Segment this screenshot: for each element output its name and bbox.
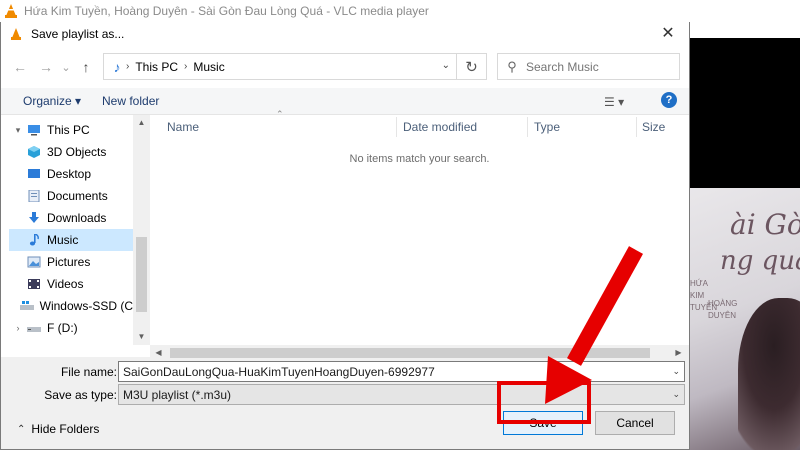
dialog-app-icon [11, 28, 21, 40]
scroll-right-icon[interactable]: ▶ [670, 345, 687, 361]
forward-icon[interactable]: → [33, 54, 59, 80]
navigation-scrollbar[interactable]: ▲ ▼ [133, 115, 150, 345]
desktop-icon [28, 169, 40, 178]
pictures-icon [27, 256, 41, 268]
sidebar-item-windows-ssd[interactable]: Windows-SSD (C [9, 295, 133, 317]
file-name-label: File name: [60, 365, 117, 379]
search-box[interactable]: ⚲ [497, 53, 680, 80]
vlc-window-title: Hứa Kim Tuyền, Hoàng Duyên - Sài Gòn Đau… [24, 4, 429, 18]
sidebar-item-documents[interactable]: Documents [9, 185, 133, 207]
chevron-up-icon: ⌃ [17, 423, 26, 435]
sidebar-item-videos[interactable]: Videos [9, 273, 133, 295]
album-art-artist1: HỨA KIM TUYỀN [690, 279, 718, 312]
breadcrumb-music[interactable]: Music [187, 60, 230, 74]
sidebar-item-pictures[interactable]: Pictures [9, 251, 133, 273]
column-header-type[interactable]: Type [534, 115, 560, 139]
sidebar-item-music[interactable]: Music [9, 229, 133, 251]
up-folder-icon[interactable]: ↑ [73, 54, 99, 80]
sidebar-item-label: This PC [47, 123, 90, 137]
column-header-name[interactable]: Name [167, 115, 199, 139]
scrollbar-thumb[interactable] [170, 348, 650, 358]
horizontal-scrollbar[interactable]: ◀ ▶ [150, 345, 689, 361]
sidebar-item-label: 3D Objects [47, 145, 107, 159]
recent-locations-icon[interactable]: ⌄ [59, 54, 73, 80]
expand-caret-icon[interactable]: ▾ [9, 125, 27, 136]
album-art-artist2: HOÀNG DUYÊN [708, 299, 738, 320]
search-input[interactable] [526, 59, 666, 74]
chevron-down-icon[interactable]: ⌄ [672, 389, 680, 400]
sort-ascending-icon: ⌃ [276, 109, 284, 119]
vlc-cone-icon [5, 4, 17, 18]
sidebar-item-3d-objects[interactable]: 3D Objects [9, 141, 133, 163]
save-highlight-box [497, 381, 591, 424]
help-icon[interactable]: ? [661, 92, 677, 108]
organize-menu[interactable]: Organize ▾ [23, 94, 81, 108]
computer-icon [28, 125, 40, 136]
cube-icon [28, 146, 40, 158]
drive-icon [19, 301, 34, 310]
refresh-icon: ↻ [465, 58, 478, 76]
sidebar-item-label: Windows-SSD (C [39, 299, 133, 313]
vlc-titlebar: Hứa Kim Tuyền, Hoàng Duyên - Sài Gòn Đau… [0, 0, 800, 22]
address-bar[interactable]: ♪ › This PC › Music ⌄ [103, 53, 457, 80]
vlc-video-area [690, 38, 800, 188]
navigation-pane: ▾ This PC 3D Objects Desktop Documents D… [9, 115, 133, 345]
navigation-bar: ← → ⌄ ↑ ♪ › This PC › Music ⌄ ↻ ⚲ [1, 46, 689, 88]
refresh-button[interactable]: ↻ [457, 53, 487, 80]
album-art: ài Gòn ng quá! HỨA KIM TUYỀN HOÀNG DUYÊN [690, 188, 800, 450]
chevron-down-icon[interactable]: ⌄ [442, 60, 450, 71]
album-art-title-line2: ng quá! [720, 246, 800, 276]
save-as-type-select[interactable]: M3U playlist (*.m3u) ⌄ [118, 384, 685, 405]
sidebar-item-label: Documents [47, 189, 108, 203]
column-header-size[interactable]: Size [642, 115, 665, 139]
column-header-date-modified[interactable]: Date modified [403, 115, 477, 139]
download-icon [29, 212, 39, 223]
album-art-title-line1: ài Gòn [730, 208, 800, 241]
sidebar-item-label: Music [47, 233, 79, 247]
expand-caret-icon[interactable]: › [9, 323, 27, 333]
scroll-up-icon[interactable]: ▲ [133, 115, 150, 131]
scroll-down-icon[interactable]: ▼ [133, 329, 150, 345]
save-as-type-value: M3U playlist (*.m3u) [123, 387, 232, 402]
empty-message: No items match your search. [349, 153, 490, 165]
sidebar-item-label: Pictures [47, 255, 91, 269]
sidebar-item-this-pc[interactable]: ▾ This PC [9, 119, 133, 141]
change-view-icon[interactable]: ☰ ▾ [604, 95, 624, 109]
back-icon[interactable]: ← [7, 54, 33, 80]
save-as-type-label: Save as type: [44, 388, 117, 402]
sidebar-item-label: Videos [47, 277, 84, 291]
cancel-button[interactable]: Cancel [595, 411, 675, 435]
scrollbar-thumb[interactable] [136, 237, 147, 312]
hide-folders-toggle[interactable]: ⌃ Hide Folders [17, 422, 99, 436]
dialog-titlebar: Save playlist as... ✕ [1, 22, 689, 46]
scroll-left-icon[interactable]: ◀ [150, 345, 167, 361]
album-art-person [738, 298, 800, 450]
sidebar-item-label: Desktop [47, 167, 92, 181]
file-name-field[interactable]: SaiGonDauLongQua-HuaKimTuyenHoangDuyen-6… [118, 361, 685, 382]
music-icon: ♪ [113, 58, 121, 75]
music-icon [29, 234, 39, 246]
file-name-value: SaiGonDauLongQua-HuaKimTuyenHoangDuyen-6… [123, 364, 435, 379]
videos-icon [28, 279, 40, 289]
sidebar-item-label: Downloads [47, 211, 107, 225]
dialog-title: Save playlist as... [31, 27, 125, 41]
file-list: ⌃ Name Date modified Type Size No items … [150, 109, 689, 345]
sidebar-item-f-drive[interactable]: › F (D:) [9, 317, 133, 339]
sidebar-item-desktop[interactable]: Desktop [9, 163, 133, 185]
sidebar-item-downloads[interactable]: Downloads [9, 207, 133, 229]
breadcrumb-this-pc[interactable]: This PC [129, 60, 184, 74]
sidebar-item-label: F (D:) [47, 321, 78, 335]
browser-content: ▾ This PC 3D Objects Desktop Documents D… [1, 109, 689, 361]
drive-icon [27, 327, 41, 332]
chevron-down-icon[interactable]: ⌄ [672, 366, 680, 377]
new-folder-button[interactable]: New folder [102, 94, 159, 108]
command-toolbar: Organize ▾ New folder ☰ ▾ ? [1, 88, 689, 115]
hide-folders-label: Hide Folders [31, 422, 100, 436]
document-icon [28, 190, 40, 202]
search-icon: ⚲ [507, 58, 517, 74]
close-icon[interactable]: ✕ [657, 24, 679, 44]
